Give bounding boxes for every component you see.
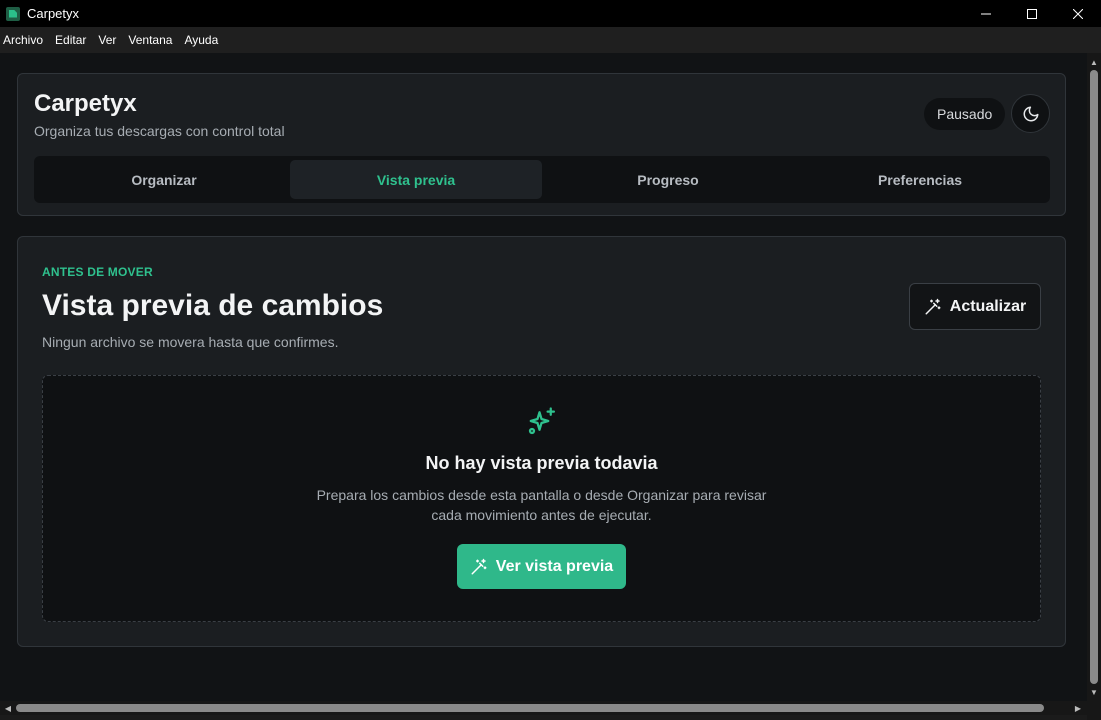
vertical-scrollbar[interactable]: ▲ ▼ [1087, 53, 1101, 701]
magic-wand-icon [925, 298, 941, 314]
tab-preferencias[interactable]: Preferencias [794, 160, 1046, 199]
menu-ver[interactable]: Ver [98, 33, 116, 47]
menu-bar: Archivo Editar Ver Ventana Ayuda [0, 27, 1101, 53]
refresh-button[interactable]: Actualizar [909, 283, 1041, 330]
tab-vista-previa[interactable]: Vista previa [290, 160, 542, 199]
minimize-icon [981, 13, 991, 14]
vertical-scroll-thumb[interactable] [1090, 70, 1098, 684]
menu-ayuda[interactable]: Ayuda [184, 33, 218, 47]
empty-state-description-line-1: Prepara los cambios desde esta pantalla … [316, 487, 767, 503]
app-content: Carpetyx Organiza tus descargas con cont… [0, 53, 1087, 701]
window-titlebar: Carpetyx [0, 0, 1101, 27]
app-logo-icon [6, 6, 20, 21]
header-card: Carpetyx Organiza tus descargas con cont… [17, 73, 1066, 216]
maximize-button[interactable] [1009, 0, 1055, 27]
empty-state-description: Prepara los cambios desde esta pantalla … [43, 485, 1040, 525]
section-eyebrow: ANTES DE MOVER [42, 265, 153, 279]
sparkles-icon [528, 407, 555, 435]
scroll-down-icon[interactable]: ▼ [1087, 685, 1101, 699]
horizontal-scroll-thumb[interactable] [16, 704, 1044, 712]
empty-state: No hay vista previa todavia Prepara los … [42, 375, 1041, 622]
tab-progreso[interactable]: Progreso [542, 160, 794, 199]
maximize-icon [1027, 8, 1037, 19]
tab-organizar[interactable]: Organizar [38, 160, 290, 199]
tab-bar: Organizar Vista previa Progreso Preferen… [34, 156, 1050, 203]
app-title: Carpetyx [34, 90, 137, 117]
refresh-button-label: Actualizar [949, 297, 1027, 315]
window-controls [963, 0, 1101, 27]
menu-archivo[interactable]: Archivo [3, 33, 43, 47]
status-badge: Pausado [924, 98, 1006, 130]
page-subtitle: Ningun archivo se movera hasta que confi… [42, 334, 339, 350]
window-bottom-edge [0, 715, 1087, 720]
scroll-right-icon[interactable]: ▶ [1071, 701, 1085, 715]
scroll-left-icon[interactable]: ◀ [1, 701, 15, 715]
window-title: Carpetyx [27, 6, 80, 21]
horizontal-scrollbar[interactable]: ◀ ▶ [0, 701, 1087, 715]
page-title: Vista previa de cambios [42, 289, 384, 322]
magic-wand-icon [471, 558, 487, 574]
close-icon [1073, 8, 1083, 19]
app-tagline: Organiza tus descargas con control total [34, 123, 285, 139]
theme-toggle-button[interactable] [1011, 94, 1050, 133]
close-button[interactable] [1055, 0, 1101, 27]
view-preview-button-label: Ver vista previa [495, 557, 614, 575]
preview-card: ANTES DE MOVER Vista previa de cambios N… [17, 236, 1066, 647]
moon-icon [1023, 106, 1038, 121]
empty-state-title: No hay vista previa todavia [425, 453, 658, 473]
menu-ventana[interactable]: Ventana [128, 33, 172, 47]
scroll-up-icon[interactable]: ▲ [1087, 55, 1101, 69]
minimize-button[interactable] [963, 0, 1009, 27]
scrollbar-corner [1087, 701, 1101, 720]
empty-state-description-line-2: cada movimiento antes de ejecutar. [431, 507, 652, 523]
view-preview-button[interactable]: Ver vista previa [457, 544, 626, 589]
menu-editar[interactable]: Editar [55, 33, 86, 47]
